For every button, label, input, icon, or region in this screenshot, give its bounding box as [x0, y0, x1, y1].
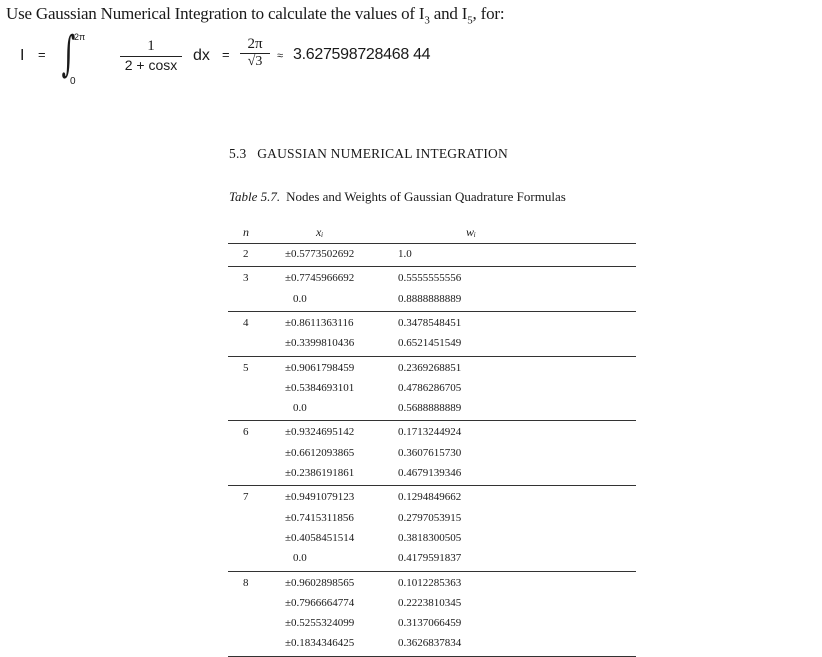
- closed-form-fraction: 2π √3: [240, 36, 270, 70]
- group-rule: [228, 355, 636, 357]
- prompt-and: and: [429, 4, 462, 23]
- cell-weight: 0.4786286705: [398, 381, 462, 394]
- cell-weight: 0.3626837834: [398, 637, 462, 650]
- prompt-for: , for:: [472, 4, 505, 23]
- header-rule: [228, 243, 636, 244]
- header-n: n: [243, 225, 249, 239]
- cell-node: ±0.6612093865: [285, 446, 355, 459]
- group-rule: [228, 310, 636, 312]
- cell-node: ±0.5255324099: [285, 617, 355, 630]
- cell-node: 0.0: [293, 402, 307, 415]
- cell-node: ±0.9061798459: [285, 361, 355, 374]
- cell-weight: 0.5555555556: [398, 272, 462, 285]
- formula-lhs: I: [20, 47, 25, 64]
- group-rule: [228, 266, 636, 268]
- cell-weight: 0.2797053915: [398, 511, 462, 524]
- cell-weight: 0.3137066459: [398, 617, 462, 630]
- upper-limit: 2π: [74, 32, 86, 42]
- cell-node: ±0.9324695142: [285, 426, 355, 439]
- caption-text: Nodes and Weights of Gaussian Quadrature…: [286, 189, 566, 204]
- cell-n: 3: [243, 272, 249, 285]
- cell-node: ±0.7745966692: [285, 272, 355, 285]
- cell-node: ±0.4058451514: [285, 531, 355, 544]
- cell-weight: 0.2369268851: [398, 361, 462, 374]
- group-rule: [228, 420, 636, 422]
- cell-weight: 0.4679139346: [398, 467, 462, 479]
- cell-n: 7: [243, 491, 249, 504]
- group-rule: [228, 485, 636, 487]
- closed-denominator: √3: [240, 53, 270, 70]
- cell-node: ±0.5384693101: [285, 381, 355, 394]
- numerator: 1: [147, 38, 155, 54]
- cell-n: 4: [243, 316, 249, 329]
- cell-weight: 0.6521451549: [398, 337, 462, 350]
- cell-node: ±0.7415311856: [285, 511, 354, 524]
- prompt-text: Use Gaussian Numerical Integration to ca…: [6, 4, 419, 23]
- header-w: wᵢ: [466, 225, 476, 239]
- integrand-fraction: 1 2 + cosx: [120, 38, 182, 73]
- cell-node: ±0.9491079123: [285, 491, 355, 504]
- cell-weight: 0.4179591837: [398, 552, 462, 565]
- table-caption: Table 5.7. Nodes and Weights of Gaussian …: [229, 189, 566, 205]
- cell-weight: 0.1713244924: [398, 426, 462, 439]
- cell-weight: 0.3818300505: [398, 531, 462, 544]
- approx-sign: ≈: [277, 50, 284, 62]
- cell-node: ±0.1834346425: [285, 637, 355, 650]
- cell-node: 0.0: [293, 292, 307, 305]
- cell-weight: 0.5688888889: [398, 402, 462, 415]
- denominator: 2 + cosx: [120, 56, 182, 73]
- cell-node: ±0.8611363116: [285, 316, 354, 329]
- cell-weight: 0.3607615730: [398, 446, 462, 459]
- problem-statement: Use Gaussian Numerical Integration to ca…: [6, 4, 505, 26]
- cell-weight: 0.2223810345: [398, 596, 462, 609]
- cell-n: 5: [243, 361, 249, 374]
- cell-node: 0.0: [293, 552, 307, 565]
- closed-numerator: 2π: [247, 36, 263, 52]
- lower-limit: 0: [70, 76, 76, 87]
- cell-node: ±0.7966664774: [285, 596, 355, 609]
- formula-equals: =: [38, 47, 46, 62]
- dx: dx: [193, 47, 210, 64]
- cell-weight: 0.1012285363: [398, 576, 462, 589]
- cell-weight: 0.3478548451: [398, 316, 462, 329]
- cell-weight: 0.8888888889: [398, 292, 462, 305]
- cell-n: 6: [243, 426, 249, 439]
- caption-label: Table 5.7.: [229, 189, 281, 204]
- formula-value: 3.627598728468 44: [293, 46, 431, 63]
- cell-weight: 1.0: [398, 248, 412, 260]
- cell-node: ±0.2386191861: [285, 467, 355, 479]
- cell-n: 2: [243, 248, 249, 260]
- cell-node: ±0.3399810436: [285, 337, 355, 350]
- cell-node: ±0.5773502692: [285, 248, 355, 260]
- formula-equals-2: =: [222, 47, 230, 62]
- header-x: xᵢ: [316, 225, 324, 239]
- cell-n: 8: [243, 576, 249, 589]
- section-heading: 5.3 GAUSSIAN NUMERICAL INTEGRATION: [229, 146, 508, 161]
- cell-weight: 0.1294849662: [398, 491, 462, 504]
- cell-node: ±0.9602898565: [285, 576, 355, 589]
- group-rule: [228, 570, 636, 572]
